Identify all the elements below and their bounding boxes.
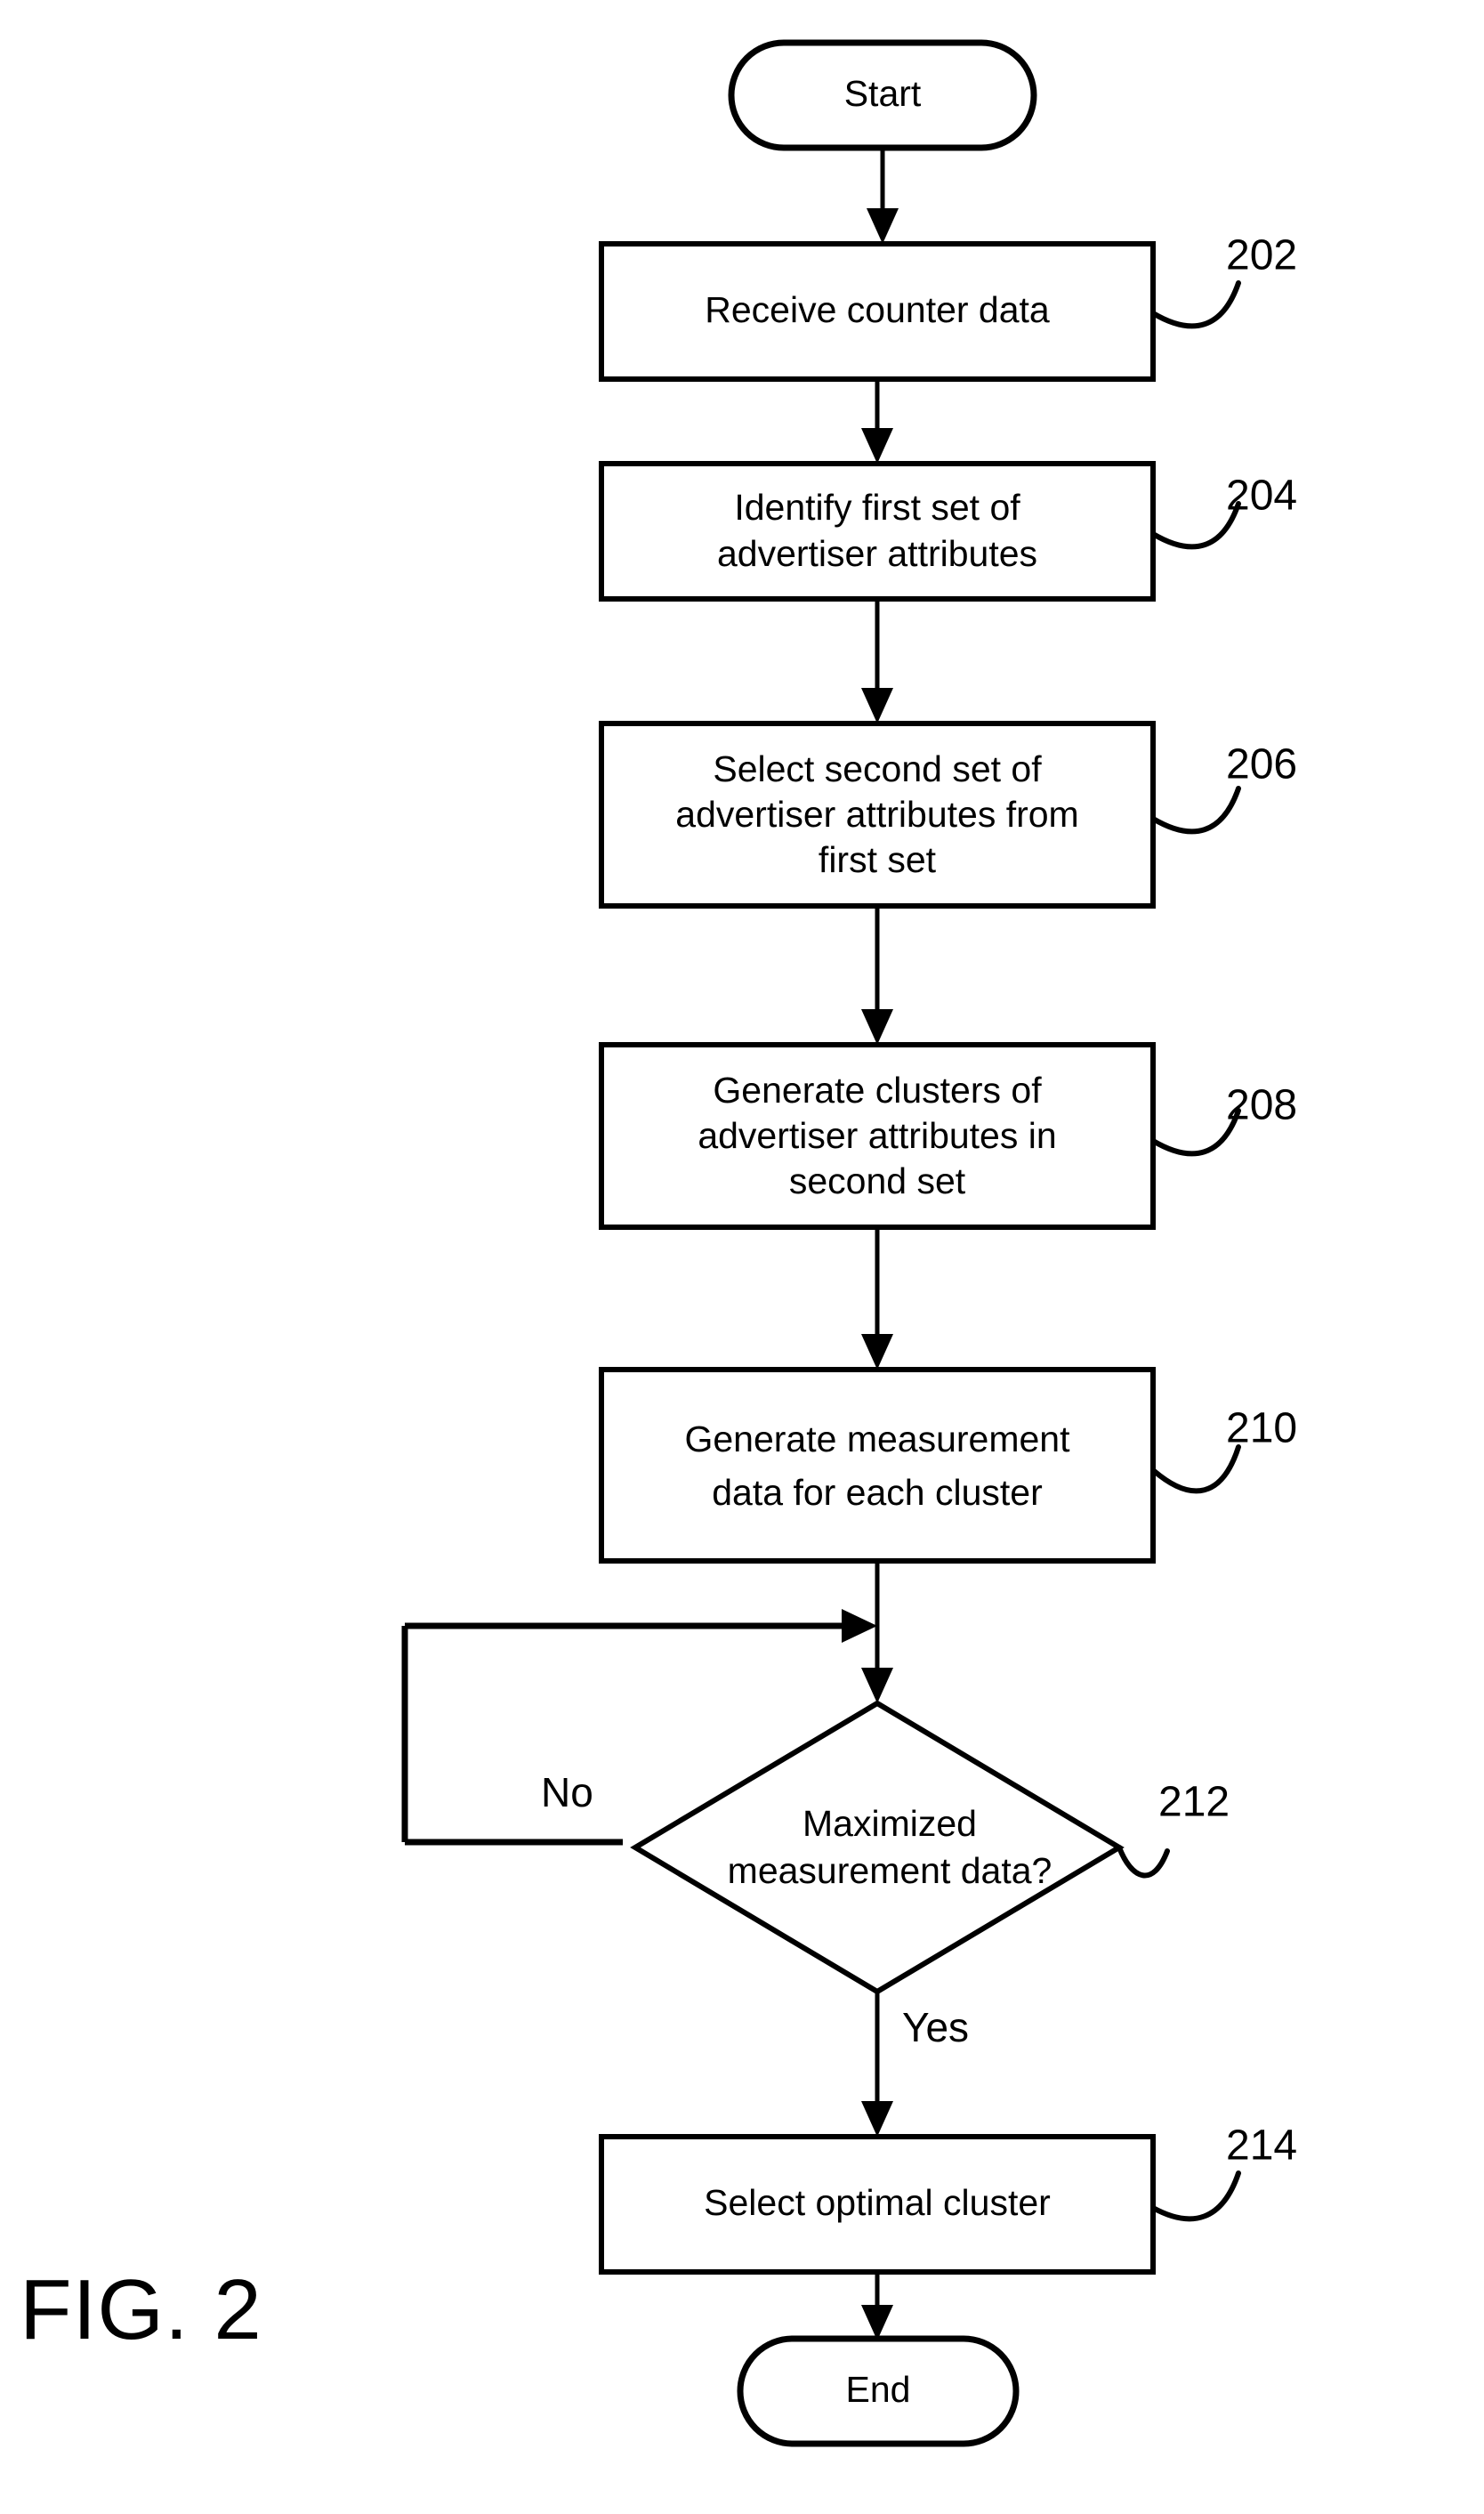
node-208-line-3: second set <box>789 1160 966 1201</box>
start-label: Start <box>844 73 922 114</box>
node-204-line-2: advertiser attributes <box>717 533 1037 574</box>
ref-number-210: 210 <box>1226 1405 1297 1452</box>
end-label: End <box>846 2369 911 2410</box>
node-210-line-2: data for each cluster <box>712 1472 1042 1513</box>
ref-number-204: 204 <box>1226 473 1297 520</box>
node-212: Maximized measurement data? 212 <box>630 1700 1230 1995</box>
decision-diamond-212 <box>630 1700 1125 1995</box>
arrow-head-icon <box>861 428 893 464</box>
node-212-line-1: Maximized <box>802 1803 977 1844</box>
figure-label: FIG. 2 <box>20 2262 262 2357</box>
node-214-line-1: Select optimal cluster <box>704 2182 1051 2223</box>
leader-line-210 <box>1150 1444 1241 1494</box>
arrow-head-icon <box>861 1334 893 1370</box>
connector-start-to-202 <box>867 148 899 244</box>
node-210: Generate measurement data for each clust… <box>599 1367 1297 1564</box>
arrow-head-icon <box>861 1668 893 1703</box>
leader-line-206 <box>1150 786 1241 835</box>
leader-line-212 <box>1117 1845 1170 1879</box>
node-208-line-2: advertiser attributes in <box>698 1115 1056 1156</box>
connector-210-to-212 <box>861 1561 893 1703</box>
leader-line-214 <box>1150 2170 1241 2222</box>
node-214: Select optimal cluster 214 <box>599 2122 1297 2275</box>
ref-number-208: 208 <box>1226 1082 1297 1129</box>
connector-212-to-214 <box>861 1992 893 2137</box>
process-box-210 <box>599 1367 1156 1564</box>
arrow-head-icon <box>867 208 899 244</box>
node-202-line-1: Receive counter data <box>705 289 1050 330</box>
node-208: Generate clusters of advertiser attribut… <box>599 1042 1297 1230</box>
ref-number-206: 206 <box>1226 741 1297 788</box>
leader-line-202 <box>1150 280 1241 329</box>
flowchart-diagram: Start Receive counter data 202 Identify … <box>20 39 1297 2447</box>
node-202: Receive counter data 202 <box>599 232 1297 382</box>
branch-label-no: No <box>541 1769 593 1815</box>
node-206-line-3: first set <box>819 839 937 880</box>
node-206-line-1: Select second set of <box>713 748 1042 789</box>
connector-208-to-210 <box>861 1227 893 1370</box>
connector-204-to-206 <box>861 599 893 723</box>
connector-202-to-204 <box>861 379 893 464</box>
node-204-line-1: Identify first set of <box>734 487 1020 528</box>
node-end: End <box>737 2335 1020 2447</box>
patent-figure: Start Receive counter data 202 Identify … <box>0 0 1484 2514</box>
branch-label-yes: Yes <box>902 2004 969 2050</box>
node-208-line-1: Generate clusters of <box>713 1070 1042 1111</box>
node-204: Identify first set of advertiser attribu… <box>599 461 1297 602</box>
connector-214-to-end <box>861 2272 893 2340</box>
process-box-204 <box>599 461 1156 602</box>
node-206: Select second set of advertiser attribut… <box>599 721 1297 909</box>
node-start: Start <box>728 39 1037 151</box>
arrow-head-icon <box>861 1009 893 1045</box>
ref-number-214: 214 <box>1226 2122 1297 2170</box>
arrow-head-icon <box>861 2305 893 2340</box>
node-206-line-2: advertiser attributes from <box>675 794 1078 835</box>
ref-number-212: 212 <box>1158 1779 1230 1826</box>
arrow-head-icon <box>842 1609 877 1643</box>
arrow-head-icon <box>861 688 893 723</box>
connector-206-to-208 <box>861 906 893 1045</box>
arrow-head-icon <box>861 2101 893 2137</box>
node-210-line-1: Generate measurement <box>684 1419 1070 1459</box>
ref-number-202: 202 <box>1226 232 1297 279</box>
node-212-line-2: measurement data? <box>728 1850 1053 1891</box>
